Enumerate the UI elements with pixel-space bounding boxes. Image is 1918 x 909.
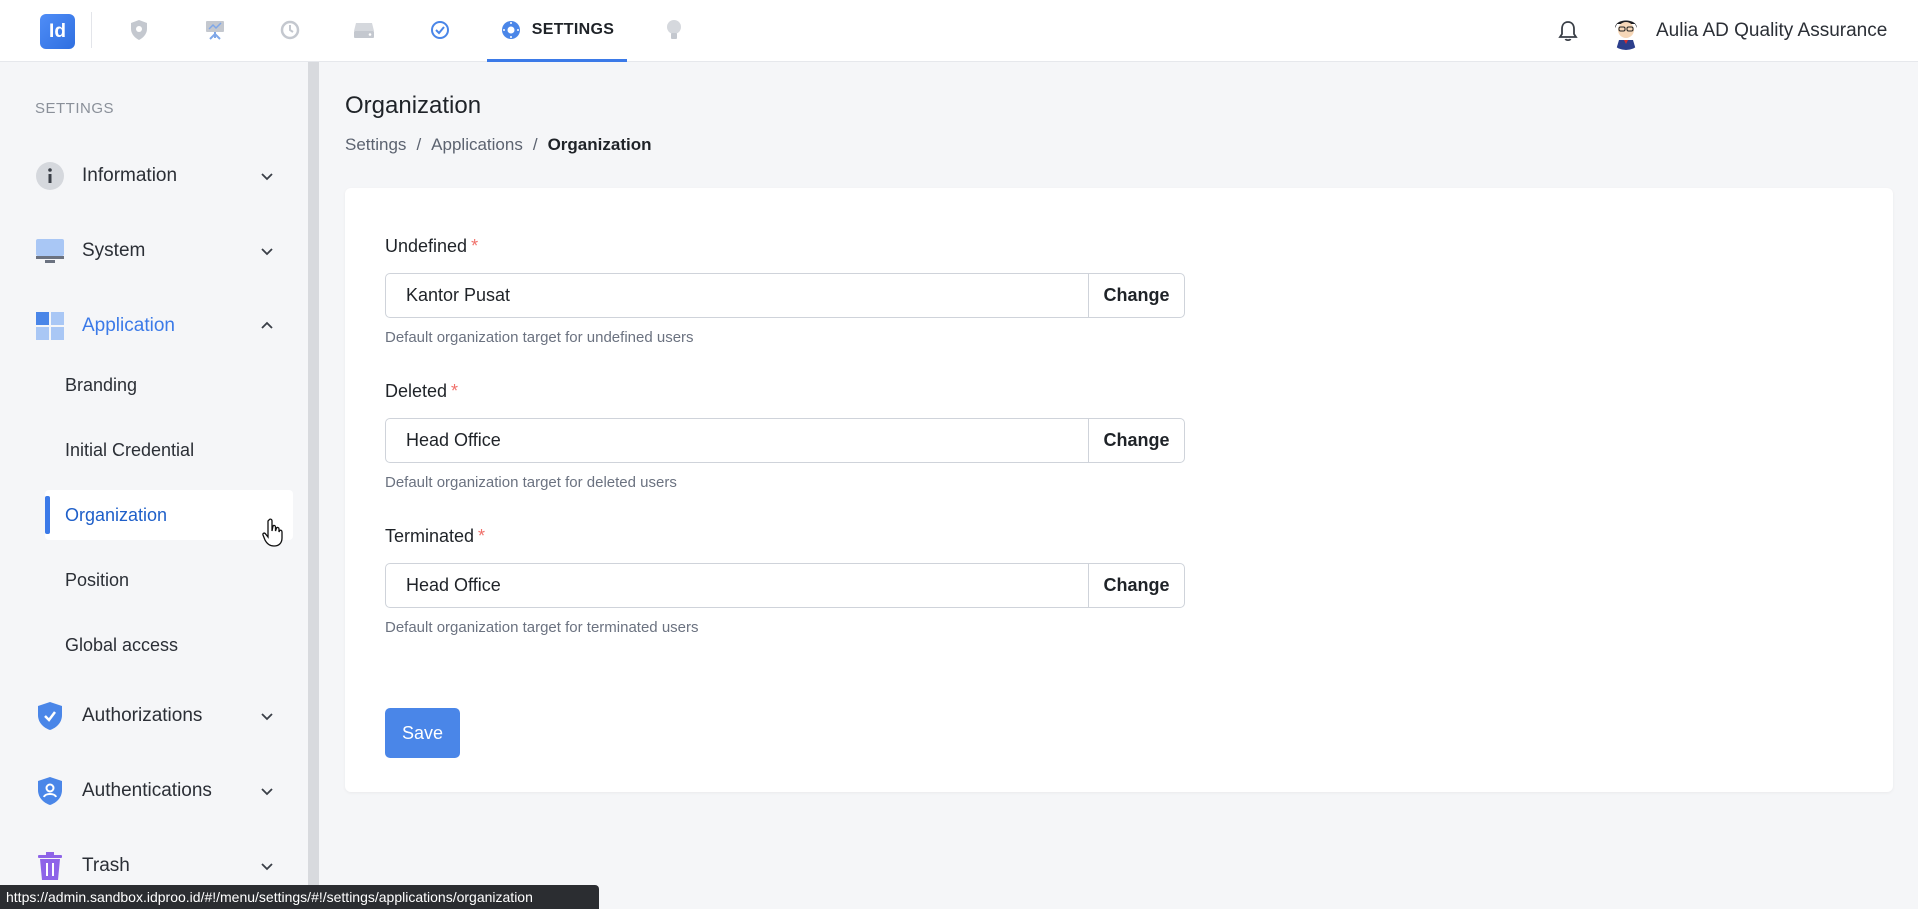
page-title: Organization xyxy=(345,92,482,119)
avatar[interactable] xyxy=(1607,12,1645,50)
sidebar-subitem-global-access[interactable]: Global access xyxy=(45,620,293,670)
deleted-change-button[interactable]: Change xyxy=(1088,418,1185,463)
undefined-field-label: Undefined * xyxy=(385,236,478,257)
check-clock-nav-icon[interactable] xyxy=(427,17,453,43)
top-navbar: Id SETTINGS Aulia AD Quality Assurance xyxy=(0,0,1918,62)
hand-cursor-icon xyxy=(262,518,283,547)
bell-icon[interactable] xyxy=(1555,18,1581,44)
user-name[interactable]: Aulia AD Quality Assurance xyxy=(1656,20,1887,42)
undefined-organization-input[interactable] xyxy=(385,273,1089,318)
shield-check-icon xyxy=(35,701,65,731)
sidebar-item-application[interactable]: Application xyxy=(35,306,285,346)
history-nav-icon[interactable] xyxy=(277,17,303,43)
storage-nav-icon[interactable] xyxy=(351,17,377,43)
undefined-change-button[interactable]: Change xyxy=(1088,273,1185,318)
sidebar-item-information[interactable]: Information xyxy=(35,156,285,196)
terminated-help-text: Default organization target for terminat… xyxy=(385,619,699,636)
sidebar-item-label: Authentications xyxy=(82,780,212,801)
monitor-icon xyxy=(35,236,65,266)
sidebar-heading: SETTINGS xyxy=(35,100,115,117)
gear-icon xyxy=(501,20,520,39)
sidebar-subitem-branding[interactable]: Branding xyxy=(45,360,293,410)
chevron-down-icon xyxy=(261,788,273,796)
undefined-help-text: Default organization target for undefine… xyxy=(385,329,694,346)
required-mark: * xyxy=(478,526,486,546)
tab-settings[interactable]: SETTINGS xyxy=(487,0,627,62)
shield-user-icon xyxy=(35,776,65,806)
info-icon xyxy=(35,161,65,191)
chevron-down-icon xyxy=(261,863,273,871)
logo-divider xyxy=(91,12,92,48)
save-button[interactable]: Save xyxy=(385,708,460,758)
sidebar-subitem-organization[interactable]: Organization xyxy=(45,490,293,540)
breadcrumb-separator: / xyxy=(532,135,538,154)
field-label-text: Terminated xyxy=(385,526,475,546)
url-status-bar: https://admin.sandbox.idproo.id/#!/menu/… xyxy=(0,885,599,909)
lightbulb-nav-icon[interactable] xyxy=(661,17,687,43)
breadcrumb: Settings / Applications / Organization xyxy=(345,135,651,155)
app-logo[interactable]: Id xyxy=(40,14,75,49)
terminated-organization-input[interactable] xyxy=(385,563,1089,608)
grid-icon xyxy=(35,311,65,341)
sidebar-item-label: Information xyxy=(82,165,178,186)
breadcrumb-settings[interactable]: Settings xyxy=(345,135,406,155)
sidebar-item-trash[interactable]: Trash xyxy=(35,846,285,886)
chevron-down-icon xyxy=(261,173,273,181)
breadcrumb-applications[interactable]: Applications xyxy=(431,135,523,155)
sidebar-item-label: System xyxy=(82,240,146,261)
sidebar-item-system[interactable]: System xyxy=(35,231,285,271)
sidebar-item-authentications[interactable]: Authentications xyxy=(35,771,285,811)
required-mark: * xyxy=(471,236,479,256)
required-mark: * xyxy=(451,381,459,401)
trash-icon xyxy=(35,851,65,881)
deleted-field-label: Deleted * xyxy=(385,381,458,402)
presentation-nav-icon[interactable] xyxy=(202,17,228,43)
field-label-text: Undefined xyxy=(385,236,468,256)
deleted-organization-input[interactable] xyxy=(385,418,1089,463)
chevron-down-icon xyxy=(261,713,273,721)
chevron-up-icon xyxy=(261,321,273,329)
terminated-change-button[interactable]: Change xyxy=(1088,563,1185,608)
breadcrumb-separator: / xyxy=(416,135,422,154)
sidebar-subitem-position[interactable]: Position xyxy=(45,555,293,605)
field-label-text: Deleted xyxy=(385,381,448,401)
breadcrumb-current: Organization xyxy=(547,135,652,154)
tab-settings-label: SETTINGS xyxy=(531,20,615,38)
terminated-field-label: Terminated * xyxy=(385,526,485,547)
chevron-down-icon xyxy=(261,248,273,256)
sidebar-item-label: Trash xyxy=(82,855,130,876)
sidebar-item-label: Authorizations xyxy=(82,705,203,726)
deleted-help-text: Default organization target for deleted … xyxy=(385,474,677,491)
sidebar-scrollbar[interactable] xyxy=(308,62,319,909)
shield-nav-icon[interactable] xyxy=(126,17,152,43)
sidebar-item-authorizations[interactable]: Authorizations xyxy=(35,696,285,736)
sidebar-item-label: Application xyxy=(82,315,175,336)
sidebar-subitem-initial-credential[interactable]: Initial Credential xyxy=(45,425,293,475)
